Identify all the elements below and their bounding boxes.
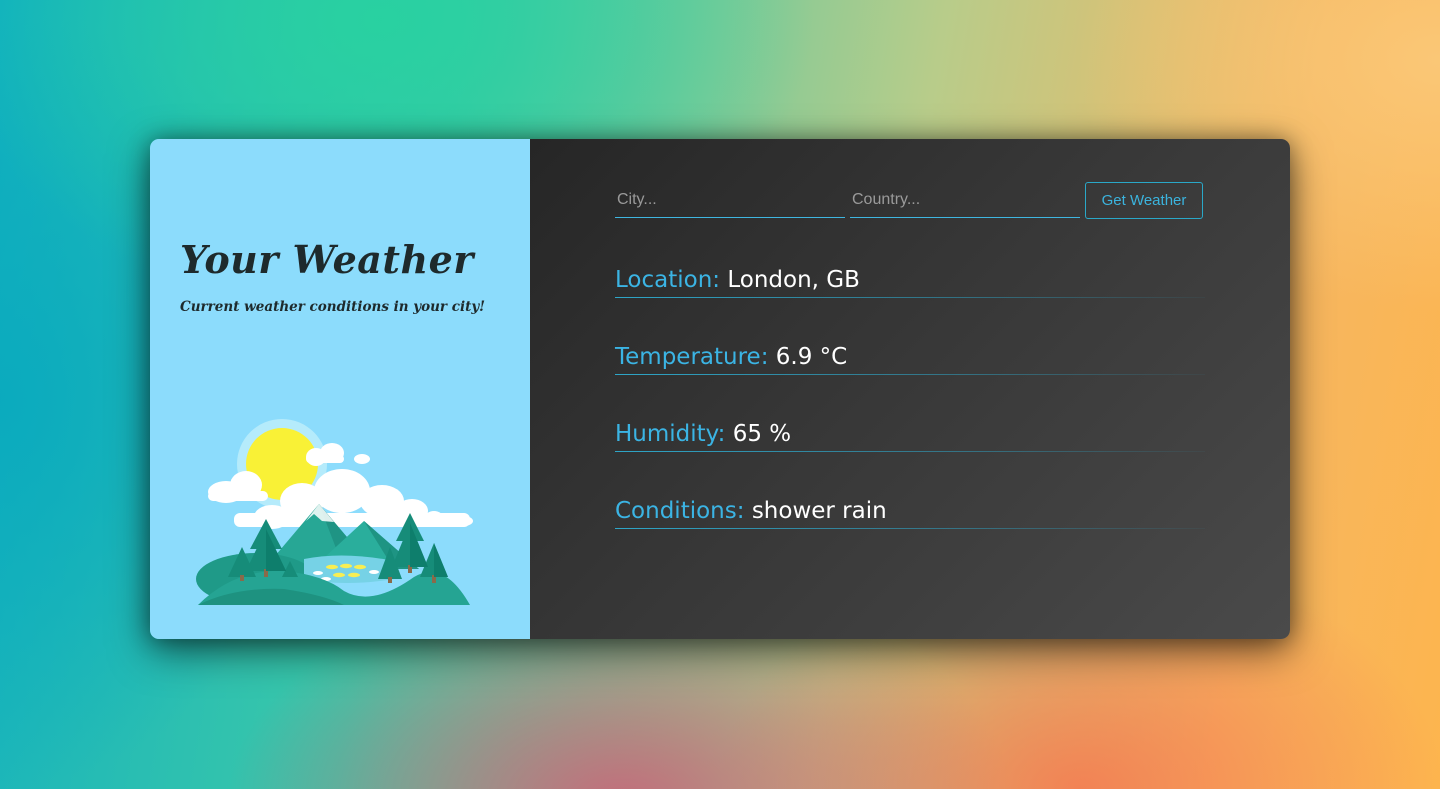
conditions-row: Conditions: shower rain [615,496,1205,529]
temperature-label: Temperature: [615,344,769,370]
temperature-value: 6.9 °C [775,344,848,370]
location-value: London, GB [727,267,860,293]
humidity-row: Humidity: 65 % [615,419,1205,452]
page-title: Your Weather [180,237,474,282]
humidity-label: Humidity: [615,421,726,447]
city-input[interactable] [615,182,845,218]
page-subtitle: Current weather conditions in your city! [180,299,486,315]
title-panel: Your Weather Current weather conditions … [150,139,530,639]
search-form: Get Weather [615,182,1205,220]
conditions-value: shower rain [751,498,887,524]
location-label: Location: [615,267,721,293]
weather-panel: Get Weather Location: London, GB Tempera… [530,139,1290,639]
landscape-illustration-icon [196,419,473,605]
humidity-value: 65 % [732,421,792,447]
country-input[interactable] [850,182,1080,218]
get-weather-button[interactable]: Get Weather [1085,182,1203,219]
temperature-row: Temperature: 6.9 °C [615,342,1205,375]
conditions-label: Conditions: [615,498,745,524]
location-row: Location: London, GB [615,265,1205,298]
weather-card: Your Weather Current weather conditions … [150,139,1290,639]
